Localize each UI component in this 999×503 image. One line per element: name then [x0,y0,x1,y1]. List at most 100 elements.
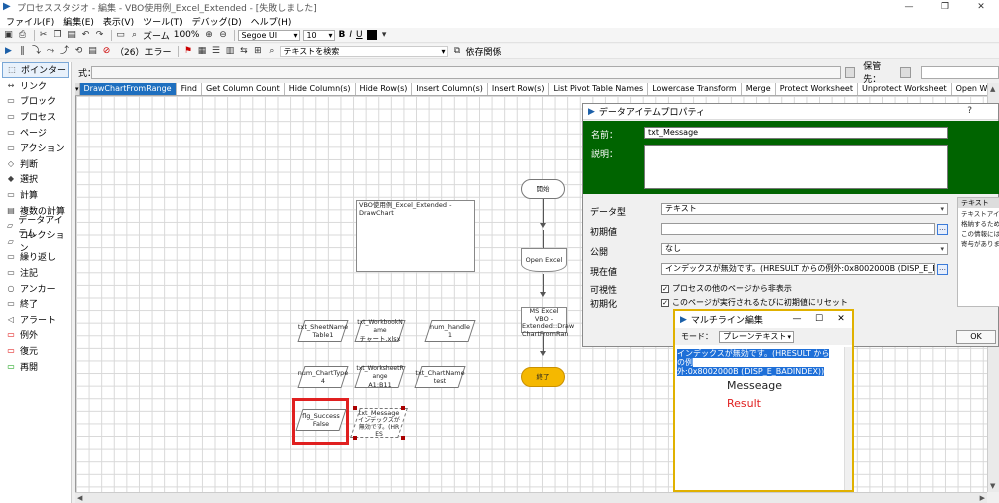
layout-icon[interactable]: ▥ [224,46,235,57]
data-item-flg-success[interactable]: flg_Success False [295,409,347,431]
data-item-num-charttype[interactable]: num_ChartType 4 [297,366,349,388]
data-item-txt-worksheetrange[interactable]: txt_WorksheetR ange A1:B11 [354,365,406,389]
draw-chart-action-node[interactable]: MS Excel VBO - Extended::Draw ChartFromR… [521,307,574,337]
palette-item-pointer[interactable]: ⬚ ポインター [2,62,69,78]
menu-debug[interactable]: デバッグ(D) [192,15,242,28]
selection-handle[interactable] [401,406,405,410]
initial-value-input[interactable] [661,223,935,235]
data-item-txt-message[interactable]: txt_Message インデックスが無効です。(HRES [350,406,408,440]
selection-handle[interactable] [353,406,357,410]
maximize-button[interactable]: ❐ [927,0,963,14]
dependency-button[interactable]: 依存関係 [465,45,501,58]
tab-merge[interactable]: Merge [741,83,776,95]
redo-icon[interactable]: ↷ [94,30,105,41]
palette-item-end[interactable]: ▭ 終了 [0,296,71,312]
menu-view[interactable]: 表示(V) [103,15,134,28]
font-size-select[interactable]: 10 ▾ [303,29,336,41]
horizontal-scrollbar[interactable]: ◀ ▶ [75,492,987,503]
formula-expand-button[interactable] [844,66,856,78]
menu-file[interactable]: ファイル(F) [6,15,54,28]
grid-icon[interactable]: ▦ [196,46,207,57]
zoom-out-icon[interactable]: ⊖ [217,30,228,41]
chevron-down-icon[interactable]: ▾ [379,30,390,41]
copy-icon[interactable]: ❐ [52,30,63,41]
palette-item-recover[interactable]: ▭ 復元 [0,343,71,359]
undo-icon[interactable]: ↶ [80,30,91,41]
tab-unprotect-worksheet[interactable]: Unprotect Worksheet [858,83,952,95]
font-name-select[interactable]: Segoe UI ▾ [238,29,301,41]
multiline-text-area[interactable]: インデックスが無効です。(HRESULT からの例 外:0x8002000B (… [677,349,837,376]
minimize-button[interactable]: — [891,0,927,14]
palette-item-calculation[interactable]: ▭ 計算 [0,187,71,203]
scroll-left-icon[interactable]: ◀ [77,494,82,502]
breakpoint-flag-icon[interactable]: ⚑ [182,46,193,57]
current-value-expand-button[interactable]: … [937,264,948,275]
palette-item-anchor[interactable]: ○ アンカー [0,280,71,296]
help-button[interactable]: ? [967,106,972,116]
palette-item-link[interactable]: ↔ リンク [0,78,71,94]
scroll-up-icon[interactable]: ▲ [990,85,995,93]
ok-button[interactable]: OK [956,330,996,344]
open-excel-page-node[interactable]: Open Excel [521,248,567,272]
scroll-down-icon[interactable]: ▼ [990,482,995,490]
minimize-button[interactable]: — [786,311,808,328]
vertical-scrollbar[interactable] [844,347,852,490]
tab-hide-columns[interactable]: Hide Column(s) [284,83,356,95]
data-item-txt-chartname[interactable]: txt_ChartName test [414,366,466,388]
search-input[interactable]: テキストを検索 ▾ [280,45,449,57]
cut-icon[interactable]: ✂ [38,30,49,41]
palette-item-alert[interactable]: ◁ アラート [0,312,71,328]
palette-item-choice[interactable]: ◆ 選択 [0,171,71,187]
data-item-txt-workbookname[interactable]: txt_WorkbookN ame チャート.xlsx [354,319,406,343]
tab-get-column-count[interactable]: Get Column Count [201,83,285,95]
snap-icon[interactable]: ⊞ [252,46,263,57]
palette-item-collection[interactable]: ▱ コレクション [0,231,71,254]
palette-item-decision[interactable]: ◇ 判断 [0,156,71,172]
close-button[interactable]: ✕ [963,0,999,14]
palette-item-exception[interactable]: ▭ 例外 [0,327,71,343]
scroll-right-icon[interactable]: ▶ [980,494,985,502]
tab-find[interactable]: Find [176,83,202,95]
zoom-value[interactable]: 100% [174,30,200,40]
process-block[interactable]: VBO使用例_Excel_Extended - DrawChart [356,200,475,272]
menu-help[interactable]: ヘルプ(H) [251,15,292,28]
palette-item-process[interactable]: ▭ プロセス [0,109,71,125]
align-icon[interactable]: ☰ [210,46,221,57]
data-item-num-handle[interactable]: num_handle 1 [424,320,476,342]
tab-hide-rows[interactable]: Hide Row(s) [355,83,413,95]
mode-select[interactable]: プレーンテキスト ▾ [719,330,794,343]
formula-input[interactable] [91,65,841,79]
tab-list-pivot-table-names[interactable]: List Pivot Table Names [549,83,649,95]
paste-icon[interactable]: ▤ [66,30,77,41]
italic-button[interactable]: I [349,30,352,40]
pause-icon[interactable]: ‖ [17,46,28,57]
close-button[interactable]: ✕ [830,311,852,328]
store-button[interactable] [900,66,912,78]
end-node[interactable]: 終了 [521,367,565,387]
description-input[interactable] [644,145,948,189]
step-out-icon[interactable]: ⤴ [59,46,70,57]
underline-button[interactable]: U [356,30,363,40]
text-color-swatch[interactable] [366,30,377,40]
page-icon[interactable]: ▭ [115,30,126,41]
palette-item-page[interactable]: ▭ ページ [0,124,71,140]
name-input[interactable]: txt_Message [644,127,948,139]
public-select[interactable]: なし ▾ [661,243,948,255]
palette-item-action[interactable]: ▭ アクション [0,140,71,156]
initial-value-expand-button[interactable]: … [937,224,948,235]
reset-on-run-checkbox[interactable]: ✓ このページが実行されるたびに初期値にリセット [661,297,848,308]
step-over-icon[interactable]: ⤳ [45,46,56,57]
tab-lowercase-transform[interactable]: Lowercase Transform [648,83,742,95]
selection-handle[interactable] [353,436,357,440]
tab-protect-worksheet[interactable]: Protect Worksheet [775,83,858,95]
tab-insert-rows[interactable]: Insert Row(s) [487,83,550,95]
menu-edit[interactable]: 編集(E) [63,15,94,28]
selection-handle[interactable] [401,436,405,440]
datatype-select[interactable]: テキスト ▾ [661,203,948,215]
tab-drawchartfromrange[interactable]: DrawChartFromRange [79,83,177,95]
step-icon[interactable]: ⤵ [31,46,42,57]
store-input[interactable] [921,65,999,79]
tab-insert-columns[interactable]: Insert Column(s) [412,83,488,95]
document-icon[interactable]: ▤ [87,46,98,57]
error-count[interactable]: （26）エラー [115,45,171,58]
